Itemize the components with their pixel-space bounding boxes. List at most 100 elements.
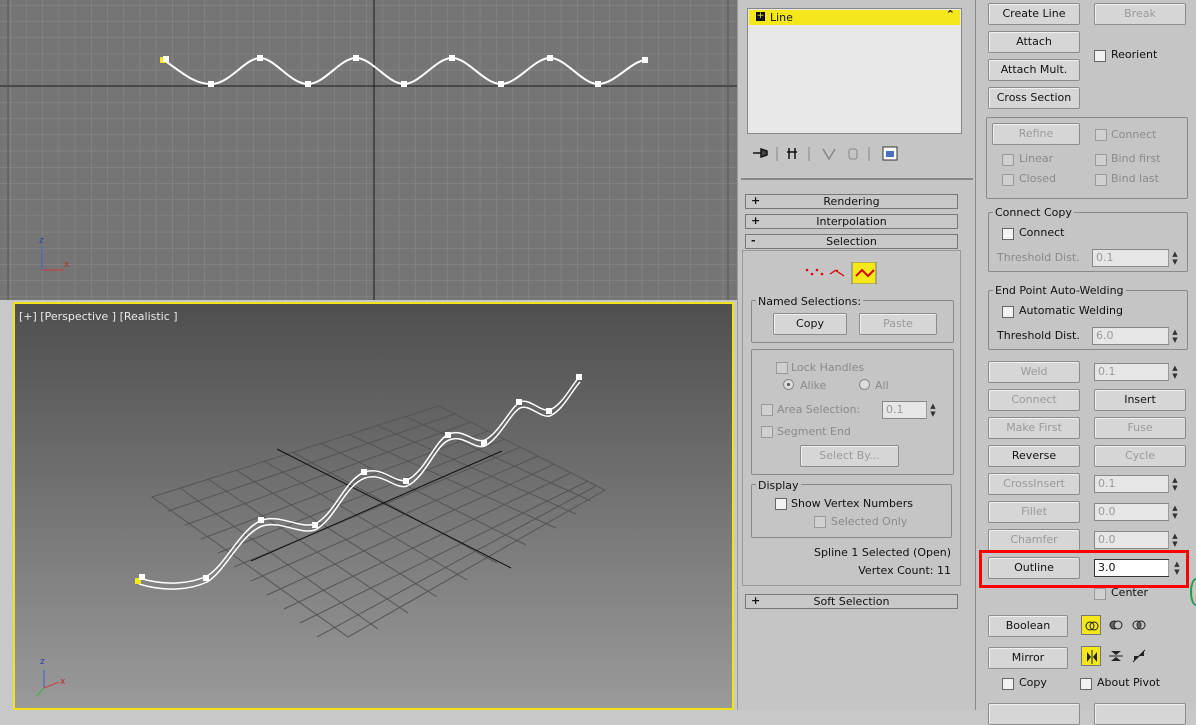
connect-threshold-label: Threshold Dist.	[997, 251, 1080, 264]
show-end-result-icon	[787, 148, 797, 159]
refine-button[interactable]: Refine	[992, 123, 1080, 145]
bind-first-checkbox[interactable]	[1095, 154, 1107, 166]
fillet-spinner[interactable]: 0.0 ▲ ▼	[1094, 503, 1178, 521]
select-by-button[interactable]: Select By...	[800, 445, 899, 467]
insert-button[interactable]: Insert	[1094, 389, 1186, 411]
fuse-button[interactable]: Fuse	[1094, 417, 1186, 439]
axis-z-label: z	[40, 657, 45, 667]
mirror-both-icon[interactable]	[1129, 646, 1149, 666]
center-label: Center	[1111, 586, 1149, 599]
about-pivot-label: About Pivot	[1097, 676, 1161, 689]
rollout-interpolation[interactable]: + Interpolation	[745, 214, 958, 229]
stack-item-label: Line	[770, 11, 793, 24]
center-checkbox[interactable]	[1094, 588, 1106, 600]
chamfer-spinner[interactable]: 0.0 ▲ ▼	[1094, 531, 1178, 549]
configure-modifier-sets-icon	[882, 146, 898, 161]
end-point-welding-title: End Point Auto-Welding	[993, 284, 1126, 297]
reverse-button[interactable]: Reverse	[988, 445, 1080, 467]
mirror-copy-label: Copy	[1019, 676, 1047, 689]
alike-radio[interactable]	[783, 379, 794, 390]
connect-copy-title: Connect Copy	[993, 206, 1074, 219]
linear-checkbox[interactable]	[1002, 154, 1014, 166]
weld-button[interactable]: Weld	[988, 361, 1080, 383]
area-selection-spinner[interactable]: 0.1 ▲ ▼	[882, 401, 936, 419]
collapse-icon[interactable]: ⌃	[946, 8, 955, 21]
weld-spinner[interactable]: 0.1 ▲ ▼	[1094, 363, 1178, 381]
rollout-soft-selection[interactable]: + Soft Selection	[745, 594, 958, 609]
modifier-stack-list[interactable]: + Line ⌃	[747, 8, 962, 134]
create-line-button[interactable]: Create Line	[988, 3, 1080, 25]
lock-handles-checkbox[interactable]	[776, 362, 788, 374]
mirror-horizontal-icon[interactable]	[1081, 646, 1101, 666]
attach-mult-button[interactable]: Attach Mult.	[988, 59, 1080, 81]
pin-stack-icon	[753, 147, 768, 159]
green-indicator	[1190, 578, 1196, 606]
mirror-vertical-icon[interactable]	[1106, 646, 1126, 666]
alike-label: Alike	[800, 379, 827, 392]
vertex-level-icon	[805, 268, 824, 276]
crossinsert-button[interactable]: CrossInsert	[988, 473, 1080, 495]
intersection-icon[interactable]	[1129, 615, 1149, 635]
vertex-count: Vertex Count: 11	[858, 564, 951, 577]
subtraction-icon[interactable]	[1106, 615, 1126, 635]
connect-refine-checkbox[interactable]	[1095, 129, 1107, 141]
union-icon[interactable]	[1081, 615, 1101, 635]
chamfer-button[interactable]: Chamfer	[988, 529, 1080, 551]
selected-only-checkbox[interactable]	[814, 516, 826, 528]
lock-handles-label: Lock Handles	[791, 361, 865, 374]
rollout-rendering[interactable]: + Rendering	[745, 194, 958, 209]
connect-refine-label: Connect	[1111, 128, 1157, 141]
about-pivot-checkbox[interactable]	[1080, 678, 1092, 690]
connect-copy-checkbox[interactable]	[1002, 228, 1014, 240]
axis-x-label: x	[60, 677, 66, 687]
attach-button[interactable]: Attach	[988, 31, 1080, 53]
connect-copy-label: Connect	[1019, 226, 1065, 239]
stack-toolbar	[749, 143, 959, 165]
ground-grid	[150, 405, 607, 638]
show-vertex-numbers-label: Show Vertex Numbers	[791, 497, 913, 510]
segment-end-checkbox[interactable]	[761, 426, 773, 438]
break-button[interactable]: Break	[1094, 3, 1186, 25]
segment-level-icon	[829, 269, 845, 277]
all-radio[interactable]	[859, 379, 870, 390]
expand-icon[interactable]: +	[756, 12, 765, 21]
stack-item-line[interactable]: + Line ⌃	[749, 8, 960, 25]
cycle-button[interactable]: Cycle	[1094, 445, 1186, 467]
mirror-button[interactable]: Mirror	[988, 647, 1068, 669]
display-group: Display	[751, 479, 952, 538]
show-vertex-numbers-checkbox[interactable]	[775, 498, 787, 510]
rollout-selection[interactable]: - Selection	[745, 234, 958, 249]
paste-selection-button[interactable]: Paste	[859, 313, 937, 335]
subobject-levels	[804, 261, 878, 285]
mirror-copy-checkbox[interactable]	[1002, 678, 1014, 690]
reorient-label: Reorient	[1111, 48, 1158, 61]
outline-spinner[interactable]: 3.0 ▲ ▼	[1094, 559, 1180, 577]
crossinsert-spinner[interactable]: 0.1 ▲ ▼	[1094, 475, 1178, 493]
make-first-button[interactable]: Make First	[988, 417, 1080, 439]
segment-end-label: Segment End	[777, 425, 851, 438]
copy-selection-button[interactable]: Copy	[773, 313, 847, 335]
perspective-viewport[interactable]: [+] [Perspective ] [Realistic ] z x	[13, 302, 734, 710]
boolean-button[interactable]: Boolean	[988, 615, 1068, 637]
outline-button[interactable]: Outline	[988, 557, 1080, 579]
cross-section-button[interactable]: Cross Section	[988, 87, 1080, 109]
connect-button[interactable]: Connect	[988, 389, 1080, 411]
bind-last-checkbox[interactable]	[1095, 174, 1107, 186]
top-viewport[interactable]: z x	[0, 0, 737, 300]
extend-button-partial[interactable]	[1094, 703, 1186, 725]
reorient-checkbox[interactable]	[1094, 50, 1106, 62]
automatic-welding-checkbox[interactable]	[1002, 306, 1014, 318]
fillet-button[interactable]: Fillet	[988, 501, 1080, 523]
viewport-label[interactable]: [+] [Perspective ] [Realistic ]	[19, 310, 178, 323]
automatic-welding-label: Automatic Welding	[1019, 304, 1123, 317]
area-selection-label: Area Selection:	[777, 403, 861, 416]
welding-threshold-spinner[interactable]: 6.0 ▲ ▼	[1092, 327, 1178, 345]
remove-modifier-icon	[848, 148, 858, 160]
trim-button-partial[interactable]	[988, 703, 1080, 725]
display-title: Display	[756, 479, 801, 492]
connect-threshold-spinner[interactable]: 0.1 ▲ ▼	[1092, 249, 1178, 267]
bind-last-label: Bind last	[1111, 172, 1159, 185]
area-selection-checkbox[interactable]	[761, 404, 773, 416]
selection-status: Spline 1 Selected (Open)	[814, 546, 951, 559]
closed-checkbox[interactable]	[1002, 174, 1014, 186]
